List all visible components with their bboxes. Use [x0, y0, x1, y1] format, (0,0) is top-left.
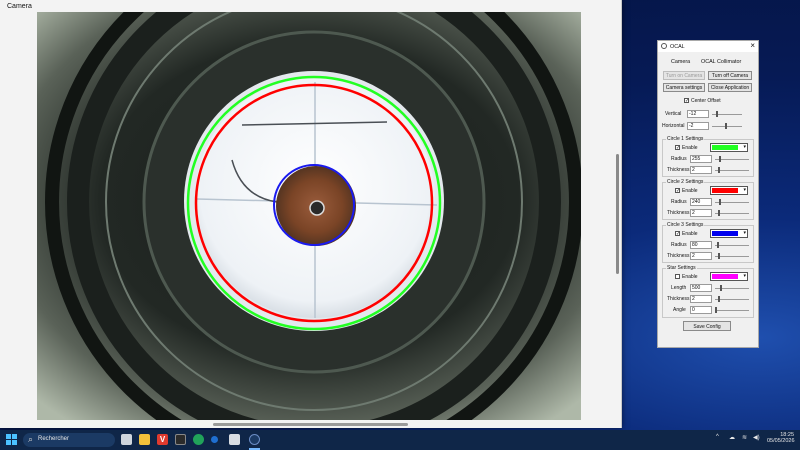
center-offset-label: Center Offset [691, 98, 721, 104]
circle-3-radius-input[interactable]: 80 [690, 241, 712, 249]
circle-1-enable-checkbox[interactable]: ✓ [675, 145, 680, 151]
chevron-down-icon: ▾ [743, 187, 746, 193]
circle-2-settings-group: Circle 2 Settings ✓ Enable ▾ Radius 240 … [662, 179, 754, 220]
star-thickness-label: Thickness [667, 296, 690, 302]
vertical-scrollbar[interactable] [615, 14, 620, 422]
vertical-input[interactable]: -12 [687, 110, 709, 118]
tab-camera[interactable]: Camera [671, 59, 690, 65]
star-length-label: Length [671, 285, 687, 291]
circle-1-color-select[interactable]: ▾ [710, 143, 748, 152]
tab-ocal-collimator[interactable]: OCAL Collimator [701, 59, 741, 65]
horizontal-label: Horizontal [662, 123, 685, 129]
camera-settings-button[interactable]: Camera settings [663, 83, 705, 92]
chevron-down-icon: ▾ [743, 144, 746, 150]
circle-1-radius-slider[interactable] [715, 156, 749, 162]
circle-1-radius-label: Radius [671, 156, 687, 162]
circle-1-thickness-slider[interactable] [715, 167, 749, 173]
chevron-down-icon: ▾ [743, 230, 746, 236]
circle-3-thickness-slider[interactable] [715, 253, 749, 259]
vivaldi-icon[interactable]: V [157, 434, 168, 445]
ocal-panel: OCAL × Camera OCAL Collimator Turn on Ca… [657, 40, 759, 348]
turn-on-camera-button[interactable]: Turn on Camera [663, 71, 705, 80]
star-angle-slider[interactable] [715, 307, 749, 313]
circle-3-thickness-input[interactable]: 2 [690, 252, 712, 260]
search-placeholder: Rechercher [38, 436, 70, 442]
circle-2-settings-title: Circle 2 Settings [666, 179, 705, 185]
star-thickness-input[interactable]: 2 [690, 295, 712, 303]
volume-icon[interactable]: ◀) [753, 434, 760, 441]
circle-2-radius-label: Radius [671, 199, 687, 205]
clock[interactable]: 18:25 05/05/2026 [767, 432, 795, 444]
search-icon: ⌕ [28, 434, 34, 444]
camera-window: Camera [0, 0, 622, 428]
vertical-label: Vertical [665, 111, 682, 117]
circle-3-radius-slider[interactable] [715, 242, 749, 248]
camera-window-title: Camera [7, 3, 32, 10]
wifi-icon[interactable]: ≋ [742, 434, 747, 441]
camera-feed [37, 12, 581, 420]
windows-start-icon[interactable] [6, 434, 17, 445]
chevron-down-icon: ▾ [743, 273, 746, 279]
circle-3-settings-title: Circle 3 Settings [666, 222, 705, 228]
circle-3-color-select[interactable]: ▾ [710, 229, 748, 238]
horizontal-slider[interactable] [712, 123, 742, 129]
vertical-slider[interactable] [712, 111, 742, 117]
window-app-icon[interactable] [229, 434, 240, 445]
star-angle-label: Angle [673, 307, 686, 313]
circle-1-radius-input[interactable]: 255 [690, 155, 712, 163]
circle-2-enable-label: Enable [682, 188, 698, 194]
blue-app-icon[interactable] [211, 436, 218, 443]
star-length-slider[interactable] [715, 285, 749, 291]
center-spot [309, 200, 325, 216]
ocal-titlebar: OCAL × [658, 41, 758, 52]
star-settings-title: Star Settings [666, 265, 697, 271]
taskbar: ⌕ Rechercher V ^ ☁ ≋ ◀) 18:25 05/05/2026 [0, 430, 800, 450]
search-box[interactable]: ⌕ Rechercher [23, 433, 115, 447]
scrollbar-thumb[interactable] [616, 154, 619, 274]
star-length-input[interactable]: 500 [690, 284, 712, 292]
circle-2-thickness-input[interactable]: 2 [690, 209, 712, 217]
ocal-title: OCAL [670, 44, 685, 50]
circle-2-enable-checkbox[interactable]: ✓ [675, 188, 680, 194]
save-config-button[interactable]: Save Config [683, 321, 731, 331]
app-icon-dark[interactable] [175, 434, 186, 445]
horizontal-input[interactable]: -2 [687, 122, 709, 130]
star-angle-input[interactable]: 0 [690, 306, 712, 314]
circle-2-radius-slider[interactable] [715, 199, 749, 205]
star-enable-checkbox[interactable] [675, 274, 680, 279]
app-icon [661, 43, 667, 49]
cloud-icon[interactable]: ☁ [729, 434, 735, 441]
star-settings-group: Star Settings Enable ▾ Length 500 Thickn… [662, 265, 754, 318]
camera-image [37, 12, 581, 420]
star-enable-label: Enable [682, 274, 698, 280]
close-application-button[interactable]: Close Application [708, 83, 752, 92]
turn-off-camera-button[interactable]: Turn off Camera [708, 71, 752, 80]
circle-3-settings-group: Circle 3 Settings ✓ Enable ▾ Radius 80 T… [662, 222, 754, 263]
star-color-select[interactable]: ▾ [710, 272, 748, 281]
star-thickness-slider[interactable] [715, 296, 749, 302]
circle-2-color-select[interactable]: ▾ [710, 186, 748, 195]
circle-1-thickness-input[interactable]: 2 [690, 166, 712, 174]
ocal-taskbar-icon[interactable] [249, 434, 260, 445]
circle-1-settings-group: Circle 1 Settings ✓ Enable ▾ Radius 255 … [662, 136, 754, 177]
date: 05/05/2026 [767, 438, 795, 444]
circle-1-enable-label: Enable [682, 145, 698, 151]
green-app-icon[interactable] [193, 434, 204, 445]
circle-2-radius-input[interactable]: 240 [690, 198, 712, 206]
circle-2-thickness-label: Thickness [667, 210, 690, 216]
circle-1-thickness-label: Thickness [667, 167, 690, 173]
task-view-icon[interactable] [121, 434, 132, 445]
circle-3-thickness-label: Thickness [667, 253, 690, 259]
center-offset-checkbox[interactable]: ✓ [684, 98, 689, 104]
circle-2-thickness-slider[interactable] [715, 210, 749, 216]
circle-3-enable-label: Enable [682, 231, 698, 237]
file-explorer-icon[interactable] [139, 434, 150, 445]
chevron-up-icon[interactable]: ^ [716, 434, 719, 440]
horizontal-scrollbar-thumb[interactable] [213, 423, 408, 426]
circle-3-radius-label: Radius [671, 242, 687, 248]
circle-3-enable-checkbox[interactable]: ✓ [675, 231, 680, 237]
close-icon[interactable]: × [750, 41, 755, 50]
circle-1-settings-title: Circle 1 Settings [666, 136, 705, 142]
